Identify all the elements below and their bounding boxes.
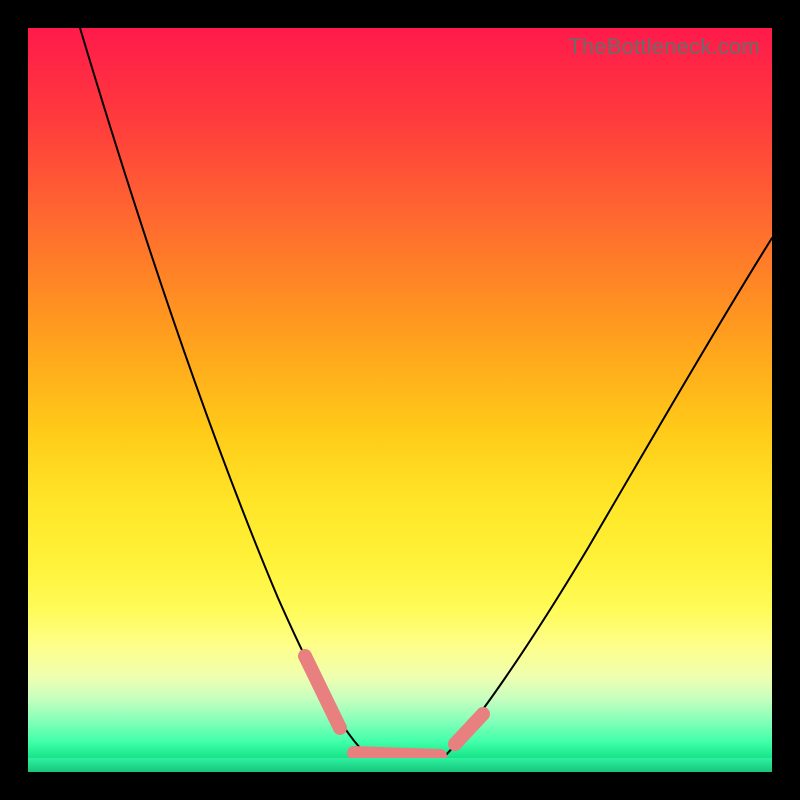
- chart-frame: TheBottleneck.com: [0, 0, 800, 800]
- curve-layer: [28, 28, 772, 772]
- curve-right: [443, 238, 772, 758]
- curve-left: [80, 28, 368, 756]
- baseline-band: [28, 758, 772, 772]
- dash-left: [305, 656, 340, 728]
- dash-right: [455, 714, 483, 744]
- dash-flat: [354, 753, 440, 756]
- plot-area: TheBottleneck.com: [28, 28, 772, 772]
